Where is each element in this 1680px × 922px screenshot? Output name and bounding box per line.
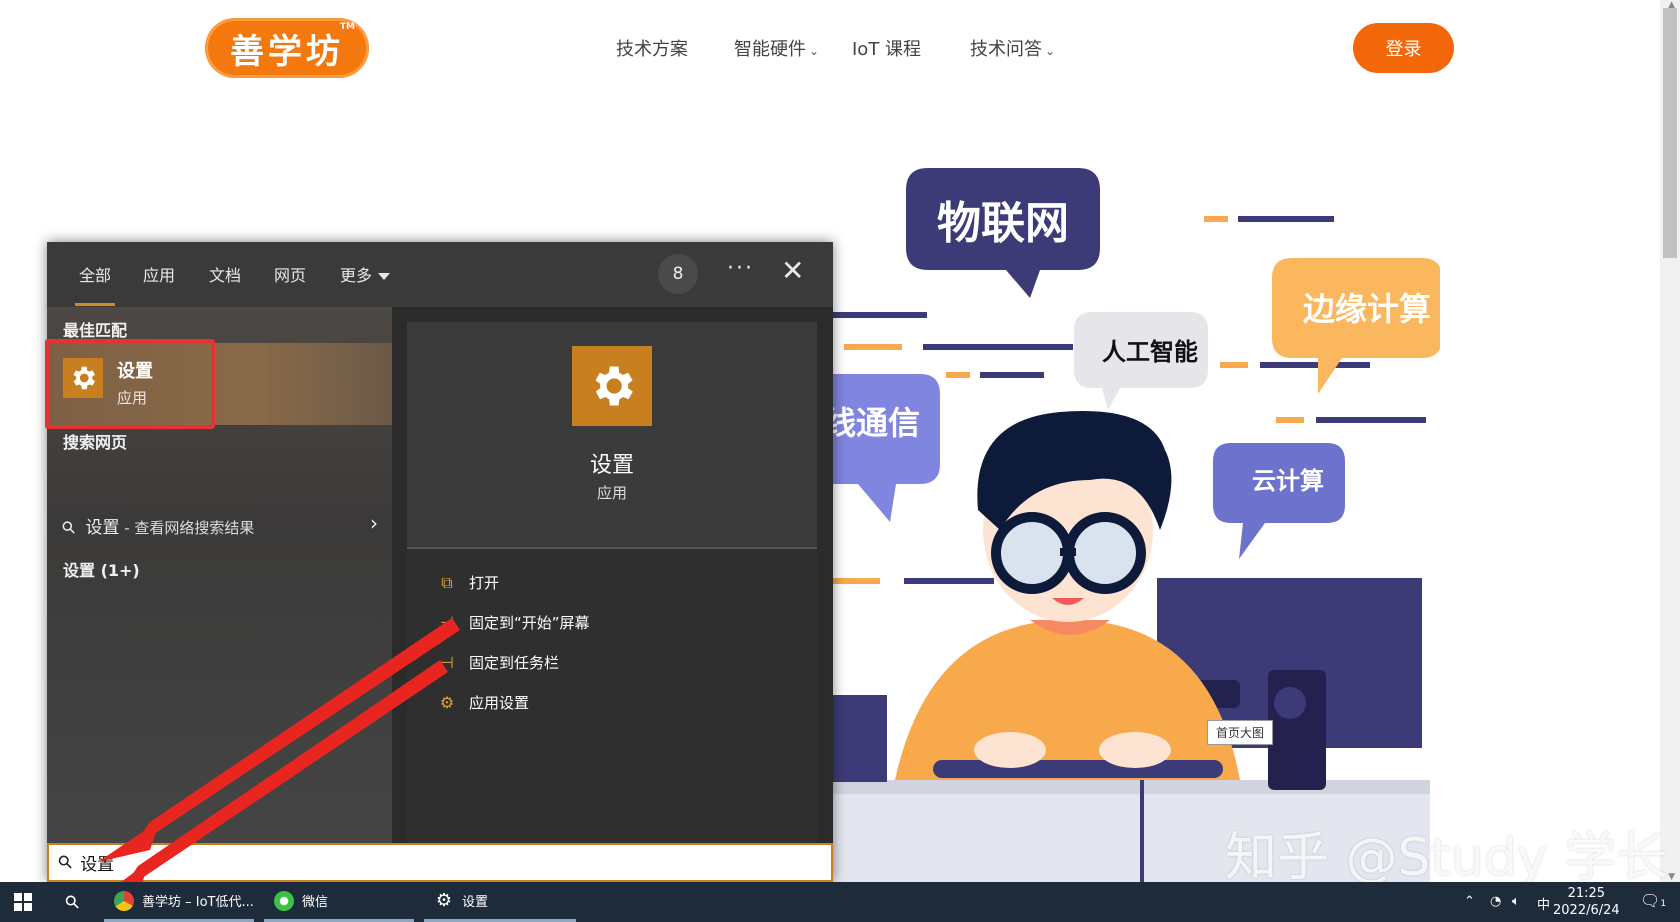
nav-iot-course[interactable]: IoT 课程 (852, 35, 921, 61)
clock-time: 21:25 (1567, 886, 1606, 901)
action-pin-to-taskbar[interactable]: ⊣ 固定到任务栏 (435, 652, 559, 673)
detail-header: 设置 应用 (407, 322, 817, 549)
search-flyout: 全部 应用 文档 网页 更多 8 ··· ✕ 最佳匹配 设置 应用 搜索网页 ⚲… (45, 242, 833, 882)
action-pin-to-start[interactable]: ⊣ 固定到“开始”屏幕 (435, 612, 590, 633)
notification-icon[interactable]: 🗨︎1 (1640, 891, 1666, 910)
detail-app-name: 设置 (589, 453, 634, 478)
search-box[interactable]: ⚲ (47, 843, 833, 882)
search-input[interactable] (80, 852, 681, 873)
trademark-mark: TM (339, 22, 355, 32)
site-logo[interactable]: 善学坊 TM (205, 18, 369, 78)
network-icon[interactable]: ◔ (1490, 894, 1501, 909)
chevron-right-icon[interactable]: › (370, 511, 378, 535)
tab-more[interactable]: 更多 (340, 262, 391, 286)
taskbar-app-chrome[interactable]: 善学坊 – IoT低代... (104, 882, 254, 922)
gear-icon: ⚙ (435, 890, 453, 911)
notification-count: 1 (1660, 899, 1667, 909)
results-pane: 最佳匹配 设置 应用 搜索网页 ⚲ 设置 - 查看网络搜索结果 › 设置 (1+) (45, 307, 392, 844)
chevron-down-icon: ⌄ (809, 44, 820, 58)
scroll-down-arrow-icon[interactable]: ▼ (1668, 872, 1675, 882)
image-tooltip: 首页大图 (1207, 720, 1274, 745)
gear-icon: ⚙ (439, 693, 455, 712)
nav-tech-solutions[interactable]: 技术方案 (616, 35, 688, 61)
windows-start-icon[interactable] (14, 893, 32, 911)
hero-illustration: 物联网 人工智能 边缘计算 线通信 云计算 (820, 168, 1440, 882)
login-button[interactable]: 登录 (1353, 23, 1454, 73)
tab-all[interactable]: 全部 (74, 262, 116, 306)
clock-date: 2022/6/24 (1553, 903, 1620, 918)
taskbar-app-wechat[interactable]: ● 微信 (264, 882, 414, 922)
bubble-iot: 物联网 (937, 198, 1069, 249)
bubble-wireless-comm: 线通信 (824, 404, 920, 442)
bubble-edge-computing: 边缘计算 (1303, 290, 1431, 328)
page-scrollbar[interactable]: ▲ ▼ (1660, 0, 1680, 882)
tab-web[interactable]: 网页 (274, 262, 306, 286)
tab-documents[interactable]: 文档 (209, 262, 241, 286)
bubble-cloud-computing: 云计算 (1252, 467, 1324, 495)
pin-icon: ⊣ (440, 613, 454, 632)
watermark: 知乎 @Study 学长 (1225, 828, 1669, 888)
search-icon: ⚲ (53, 850, 78, 875)
chevron-up-icon[interactable]: ⌃ (1464, 894, 1475, 909)
action-app-settings[interactable]: ⚙ 应用设置 (435, 692, 529, 713)
tab-apps[interactable]: 应用 (143, 262, 175, 286)
pin-icon: ⊣ (440, 653, 454, 672)
caret-down-icon (378, 273, 391, 280)
search-icon[interactable]: ⚲ (50, 882, 96, 922)
web-search-result[interactable]: ⚲ 设置 - 查看网络搜索结果 › (58, 511, 378, 539)
rewards-points-badge[interactable]: 8 (658, 254, 698, 294)
gear-icon (572, 346, 652, 426)
scroll-thumb[interactable] (1663, 8, 1677, 258)
taskbar-app-settings[interactable]: ⚙ 设置 (424, 882, 576, 922)
more-options-icon[interactable]: ··· (727, 256, 754, 281)
volume-icon[interactable]: 🔈︎ (1512, 894, 1520, 909)
open-icon: ⧉ (441, 572, 453, 592)
chevron-down-icon: ⌄ (1045, 44, 1056, 58)
nav-tech-qa[interactable]: 技术问答 ⌄ (970, 35, 1055, 61)
nav-smart-hardware[interactable]: 智能硬件 ⌄ (734, 35, 819, 61)
system-clock[interactable]: 21:25 2022/6/24 (1553, 885, 1620, 919)
highlight-annotation (45, 339, 215, 429)
best-match-heading: 最佳匹配 (63, 321, 128, 340)
close-icon[interactable]: ✕ (781, 254, 804, 287)
action-open[interactable]: ⧉ 打开 (435, 572, 499, 593)
logo-text: 善学坊 (230, 31, 344, 72)
wechat-icon: ● (274, 890, 294, 911)
detail-app-type: 应用 (596, 484, 627, 502)
detail-pane: 设置 应用 ⧉ 打开 ⊣ 固定到“开始”屏幕 ⊣ 固定到任务栏 ⚙ 应用设置 (407, 322, 817, 844)
chrome-icon (114, 890, 134, 911)
taskbar: ⚲ 善学坊 – IoT低代... ● 微信 ⚙ 设置 ⌃ ◔ 🔈︎ 中 21:2… (0, 882, 1680, 922)
search-web-heading: 搜索网页 (63, 433, 128, 452)
settings-group-heading[interactable]: 设置 (1+) (63, 557, 140, 581)
ime-indicator[interactable]: 中 (1537, 894, 1550, 913)
bubble-ai: 人工智能 (1102, 338, 1198, 366)
search-filter-bar: 全部 应用 文档 网页 更多 8 ··· ✕ (47, 242, 833, 307)
search-icon: ⚲ (57, 516, 81, 540)
